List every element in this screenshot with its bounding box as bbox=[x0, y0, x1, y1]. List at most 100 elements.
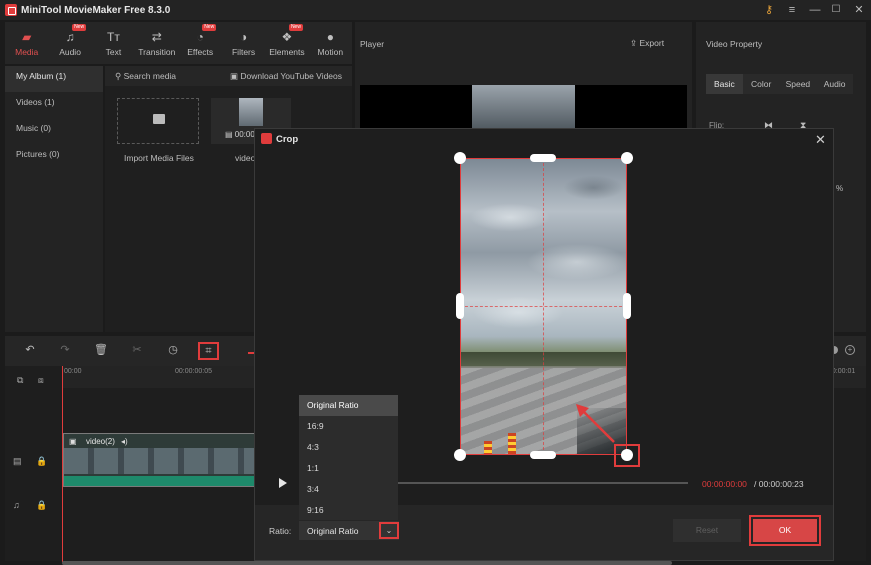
ratio-option[interactable]: Original Ratio bbox=[299, 395, 398, 416]
ratio-option[interactable]: 1:1 bbox=[299, 458, 398, 479]
tab-media[interactable]: ▰ Media bbox=[5, 22, 48, 64]
tab-label: Motion bbox=[317, 46, 344, 57]
download-youtube-button[interactable]: ▣ Download YouTube Videos bbox=[230, 71, 342, 82]
speaker-icon[interactable]: ◂) bbox=[121, 437, 128, 446]
sidebar-item[interactable]: Pictures (0) bbox=[5, 144, 103, 170]
ok-button-highlight: OK bbox=[749, 515, 821, 546]
zoom-in-icon[interactable]: + bbox=[845, 345, 855, 355]
crop-handle-top[interactable] bbox=[530, 154, 556, 162]
search-media-input[interactable]: ⚲ Search media bbox=[115, 71, 176, 82]
folder-icon: ▰ bbox=[22, 29, 32, 44]
tab-elements[interactable]: ❖ Elements New bbox=[265, 22, 308, 64]
tab-label: Text bbox=[105, 46, 122, 57]
music-track-icon: ♫ bbox=[13, 500, 20, 510]
folder-icon bbox=[153, 114, 165, 124]
music-note-icon: ♫ bbox=[65, 29, 75, 44]
crop-handle-bottom[interactable] bbox=[530, 451, 556, 459]
ok-button[interactable]: OK bbox=[753, 519, 817, 542]
minimize-icon[interactable]: — bbox=[808, 3, 822, 17]
export-button[interactable]: ⇪ Export bbox=[630, 38, 664, 49]
lock-icon[interactable]: 🔒 bbox=[36, 456, 47, 467]
crop-dialog-header bbox=[255, 129, 833, 151]
import-media-button[interactable] bbox=[117, 98, 199, 144]
clip-audio-waveform bbox=[64, 476, 254, 486]
crop-handle-top-right[interactable] bbox=[621, 152, 633, 164]
property-tab-speed[interactable]: Speed bbox=[780, 74, 817, 94]
new-badge: New bbox=[72, 24, 87, 31]
current-time: 00:00:00:00 bbox=[702, 479, 747, 489]
tab-effects[interactable]: ◔ Effects New bbox=[179, 22, 222, 64]
tab-label: Transition bbox=[138, 46, 176, 57]
crop-handle-top-left[interactable] bbox=[454, 152, 466, 164]
crop-guide-line bbox=[460, 306, 627, 307]
text-icon: Tт bbox=[107, 29, 120, 44]
thumbnail-name: video bbox=[235, 153, 256, 163]
timeline-scrollbar[interactable] bbox=[62, 561, 672, 565]
play-icon[interactable] bbox=[279, 478, 287, 488]
app-logo-icon bbox=[5, 4, 17, 16]
property-tab-color[interactable]: Color bbox=[743, 74, 780, 94]
tab-label: Media bbox=[15, 46, 39, 57]
ratio-option[interactable]: 9:16 bbox=[299, 500, 398, 521]
ratio-option[interactable]: 16:9 bbox=[299, 416, 398, 437]
title-bar: MiniTool MovieMaker Free 8.3.0 bbox=[0, 0, 871, 20]
speed-icon[interactable]: ◷ bbox=[164, 341, 182, 359]
tab-text[interactable]: Tт Text bbox=[92, 22, 135, 64]
sidebar-item[interactable]: Videos (1) bbox=[5, 92, 103, 118]
sidebar-item[interactable]: My Album (1) bbox=[5, 66, 103, 92]
player-preview bbox=[360, 85, 687, 130]
download-icon: ▣ bbox=[230, 71, 241, 81]
tab-label: Effects bbox=[187, 46, 214, 57]
percent-label: % bbox=[836, 184, 844, 193]
tab-filters[interactable]: ◑ Filters bbox=[222, 22, 265, 64]
new-badge: New bbox=[202, 24, 217, 31]
copy-track-icon[interactable]: ⧈ bbox=[38, 375, 44, 386]
tab-label: Filters bbox=[231, 46, 256, 57]
clip-filmstrip bbox=[64, 448, 254, 474]
crop-handle-left[interactable] bbox=[456, 293, 464, 319]
maximize-icon[interactable]: ☐ bbox=[829, 3, 843, 17]
player-label: Player bbox=[360, 39, 385, 49]
chevron-down-icon[interactable]: ⌄ bbox=[379, 522, 399, 539]
ruler-tick: 00:00:00:05 bbox=[175, 368, 212, 375]
tab-label: Audio bbox=[59, 46, 81, 57]
split-icon[interactable]: ✂ bbox=[128, 341, 146, 359]
playhead[interactable] bbox=[62, 366, 63, 562]
property-tab-basic[interactable]: Basic bbox=[706, 74, 743, 94]
close-icon[interactable]: ✕ bbox=[852, 3, 866, 17]
delete-icon[interactable]: 🗑 bbox=[92, 341, 110, 359]
video-track-icon: ▤ bbox=[13, 456, 22, 466]
download-youtube-label: Download YouTube Videos bbox=[240, 71, 343, 81]
ratio-option[interactable]: 4:3 bbox=[299, 437, 398, 458]
reset-button[interactable]: Reset bbox=[673, 519, 741, 542]
lock-icon[interactable]: 🔒 bbox=[36, 500, 47, 511]
tab-transition[interactable]: ⇄ Transition bbox=[135, 22, 178, 64]
menu-icon[interactable]: ≡ bbox=[785, 3, 799, 17]
import-media-label: Import Media Files bbox=[124, 153, 194, 163]
undo-icon[interactable]: ↶ bbox=[21, 341, 39, 359]
corner-highlight bbox=[614, 444, 640, 467]
property-tab-audio[interactable]: Audio bbox=[816, 74, 853, 94]
crop-handle-right[interactable] bbox=[623, 293, 631, 319]
crop-handle-bottom-left[interactable] bbox=[454, 449, 466, 461]
transition-icon: ⇄ bbox=[151, 29, 162, 44]
key-icon[interactable]: ⚷ bbox=[762, 3, 776, 17]
sidebar-item[interactable]: Music (0) bbox=[5, 118, 103, 144]
app-title: MiniTool MovieMaker Free 8.3.0 bbox=[21, 4, 171, 16]
clip-video-icon: ▣ bbox=[69, 437, 77, 446]
add-track-icon[interactable]: ⧉ bbox=[17, 375, 23, 386]
ruler-tick: 00:00 bbox=[64, 368, 82, 375]
playback-progress[interactable] bbox=[398, 482, 688, 484]
tab-label: Elements bbox=[269, 46, 305, 57]
crop-tool-icon[interactable]: ⌗ bbox=[198, 342, 219, 360]
ratio-option[interactable]: 3:4 bbox=[299, 479, 398, 500]
close-icon[interactable]: ✕ bbox=[815, 132, 826, 148]
export-label: Export bbox=[639, 38, 665, 48]
tab-motion[interactable]: ● Motion bbox=[309, 22, 352, 64]
clip-label: video(2) bbox=[86, 437, 115, 446]
pointer-arrow-icon bbox=[576, 404, 615, 443]
redo-icon[interactable]: ↷ bbox=[56, 341, 74, 359]
elements-icon: ❖ bbox=[281, 29, 293, 44]
tab-audio[interactable]: ♫ Audio New bbox=[48, 22, 91, 64]
ratio-value: Original Ratio bbox=[307, 526, 359, 536]
